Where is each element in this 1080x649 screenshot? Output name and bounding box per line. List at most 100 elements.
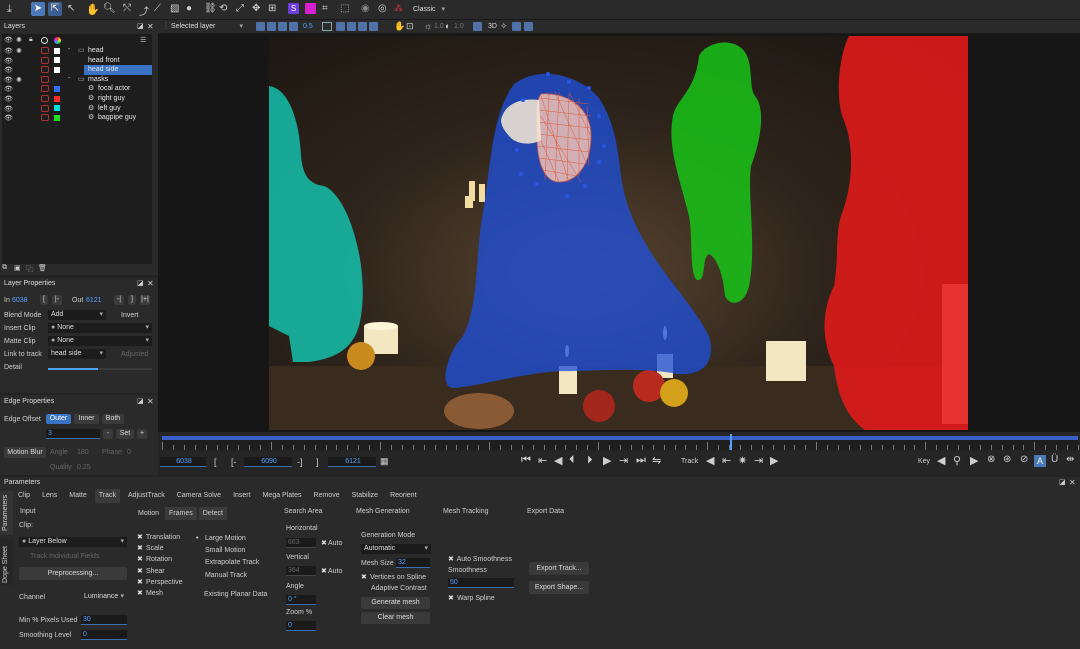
prev-keyframe-icon[interactable]: ◀ xyxy=(937,454,945,467)
go-end-icon[interactable]: ⏭ xyxy=(636,454,646,467)
layer-color-swatch[interactable] xyxy=(54,47,60,54)
motion-tab-detect[interactable]: Detect xyxy=(198,507,227,520)
layer-row[interactable]: 👁︎ head front xyxy=(2,56,154,66)
mesh-size-field[interactable]: 32 xyxy=(396,558,430,568)
color-dots-icon[interactable]: ⁂ xyxy=(394,3,403,14)
invert-label[interactable]: Invert xyxy=(121,312,139,319)
tab-camera-solve[interactable]: Camera Solve xyxy=(173,489,225,503)
smoothness-field[interactable]: 50 xyxy=(448,578,514,588)
link-icon[interactable]: ⛓ xyxy=(204,3,217,14)
render-icon[interactable]: ✺ xyxy=(16,47,22,55)
layer-color-swatch[interactable] xyxy=(54,57,60,64)
vertical-field[interactable]: 364 xyxy=(286,566,316,576)
grid-icon[interactable]: ⊞ xyxy=(268,3,276,14)
min-pixels-field[interactable]: 30 xyxy=(81,615,127,625)
go-in-button[interactable]: |- xyxy=(52,295,62,305)
contrast-icon[interactable]: ◐ xyxy=(445,21,450,31)
visibility-icon[interactable]: 👁︎ xyxy=(4,95,13,103)
viewer[interactable] xyxy=(158,34,1080,432)
visibility-icon[interactable]: 👁︎ xyxy=(4,76,13,84)
edge-set-button[interactable]: Set xyxy=(116,429,134,439)
float-panel-icon[interactable]: ◪ xyxy=(1059,478,1066,486)
brightness-icon[interactable]: ☼ xyxy=(424,21,432,31)
quality-value[interactable]: 0.25 xyxy=(77,464,91,471)
new-layer-icon[interactable]: ⧉ xyxy=(2,264,7,272)
corner-pin-icon[interactable]: ⌗ xyxy=(322,3,328,14)
edge-offset-field[interactable]: 3 xyxy=(46,429,100,439)
visibility-icon[interactable]: 👁︎ xyxy=(4,85,13,93)
timeline-ruler[interactable] xyxy=(162,434,1079,450)
mask-toggle-icon[interactable] xyxy=(41,75,49,83)
phase-value[interactable]: 0 xyxy=(127,449,131,456)
horizontal-auto[interactable]: ✖Auto xyxy=(321,539,342,547)
motion-mode-manual-track[interactable]: Manual Track xyxy=(196,572,247,579)
hand-pan-icon[interactable]: ✋ xyxy=(394,21,405,32)
edge-tab-outer[interactable]: Outer xyxy=(46,414,71,424)
layer-row[interactable]: 👁︎ ⚙ right guy xyxy=(2,94,154,104)
select-points-tool-icon[interactable]: ⇱ xyxy=(48,2,62,16)
bezier-icon[interactable]: ⤴ xyxy=(139,3,149,18)
stereo-icon[interactable] xyxy=(473,22,482,31)
vertical-auto[interactable]: ✖Auto xyxy=(321,567,342,575)
preprocessing-button[interactable]: Preprocessing... xyxy=(19,567,127,580)
delete-all-keyframes-icon[interactable]: ⊛ xyxy=(1003,454,1011,465)
view-mode-icon-2[interactable] xyxy=(267,22,276,31)
in-dash-button[interactable]: [- xyxy=(231,457,237,467)
go-start-icon[interactable]: ⏮ xyxy=(521,454,531,467)
magnetic-icon[interactable]: ⟋ xyxy=(154,3,161,14)
motion-mode-extrapolate-track[interactable]: Extrapolate Track xyxy=(196,559,259,566)
edge-tab-both[interactable]: Both xyxy=(102,414,124,424)
close-panel-icon[interactable]: ✕ xyxy=(147,22,154,31)
overlay-icon[interactable]: ◉ xyxy=(361,3,370,14)
value-b[interactable]: 1.0 xyxy=(454,23,464,30)
duplicate-icon[interactable]: ⿻ xyxy=(26,264,33,274)
motion-tab-motion[interactable]: Motion xyxy=(134,507,163,520)
current-frame-field[interactable]: 6090 xyxy=(244,457,292,467)
angle-value[interactable]: 180 xyxy=(77,449,89,456)
next-frame-icon[interactable]: ⏵ xyxy=(587,454,593,467)
x-spline-icon[interactable]: ⤲ xyxy=(123,3,131,14)
layer-color-swatch[interactable] xyxy=(54,105,60,112)
lasso-icon[interactable]: ⟲ xyxy=(219,3,227,14)
new-group-icon[interactable]: ▣ xyxy=(14,264,21,272)
record-icon[interactable]: ◎ xyxy=(378,3,387,14)
move-icon[interactable]: ✥ xyxy=(252,3,260,14)
out-bracket-button[interactable]: ] xyxy=(316,457,319,467)
clear-keyframes-icon[interactable]: ⊘ xyxy=(1020,454,1028,465)
out-dash-button[interactable]: -] xyxy=(297,457,303,467)
side-tab-dope-sheet[interactable]: Dope Sheet xyxy=(0,539,13,585)
mask-toggle-icon[interactable] xyxy=(41,104,49,112)
render-icon-1[interactable] xyxy=(512,22,521,31)
view-mode-icon-3[interactable] xyxy=(278,22,287,31)
link-to-track-dropdown[interactable]: head side xyxy=(48,349,106,359)
set-in-button[interactable]: [ xyxy=(40,295,48,305)
zoom-icon[interactable]: 🔍︎ xyxy=(103,3,116,14)
render-icon-2[interactable] xyxy=(524,22,533,31)
display-icon-4[interactable] xyxy=(358,22,367,31)
track-individual-fields[interactable]: Track Individual Fields xyxy=(30,553,99,560)
ellipse-icon[interactable]: ● xyxy=(186,3,192,14)
step-back-icon[interactable]: ◀ xyxy=(554,454,562,467)
in-value[interactable]: 6038 xyxy=(12,297,28,304)
next-keyframe-icon[interactable]: ▶ xyxy=(970,454,978,467)
motion-option-rotation[interactable]: ✖ Rotation xyxy=(137,555,172,563)
adaptive-contrast[interactable]: Adaptive Contrast xyxy=(371,585,427,592)
range-button[interactable]: |+| xyxy=(140,295,150,305)
3d-icon[interactable]: 3D xyxy=(488,23,497,30)
tab-mega-plates[interactable]: Mega Plates xyxy=(259,489,306,503)
angle-search-field[interactable]: 0 ° xyxy=(286,595,316,605)
zoom-field[interactable]: 0 xyxy=(286,621,316,631)
render-icon[interactable]: ✺ xyxy=(16,76,22,84)
mask-toggle-icon[interactable] xyxy=(41,95,49,102)
display-icon-1[interactable] xyxy=(322,22,332,31)
bounding-box-icon[interactable]: ⬚ xyxy=(340,3,349,14)
layer-color-swatch[interactable] xyxy=(54,66,60,73)
layer-color-swatch[interactable] xyxy=(54,114,60,121)
warp-spline[interactable]: ✖ Warp Spline xyxy=(448,594,495,602)
float-panel-icon[interactable]: ◪ xyxy=(137,279,144,287)
prev-key-icon[interactable]: ⇤ xyxy=(538,454,547,467)
go-out-button[interactable]: -| xyxy=(114,295,124,305)
tab-remove[interactable]: Remove xyxy=(310,489,344,503)
layer-color-swatch[interactable] xyxy=(54,95,60,102)
existing-planar-data[interactable]: Existing Planar Data xyxy=(204,591,267,598)
